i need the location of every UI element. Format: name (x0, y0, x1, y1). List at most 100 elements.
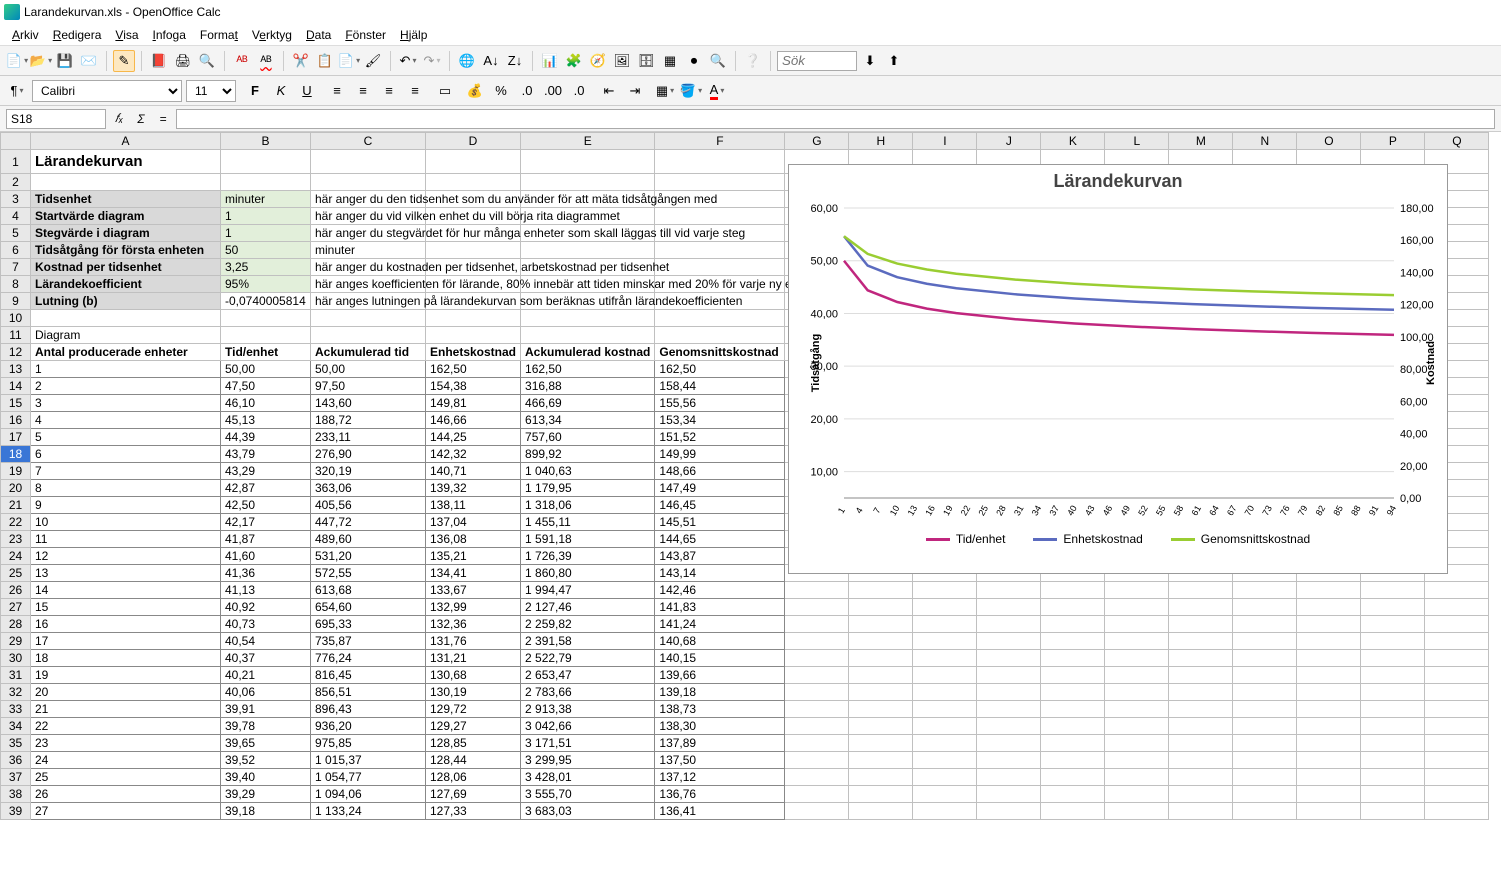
cell[interactable] (1425, 701, 1489, 718)
cell[interactable]: här anges koefficienten för lärande, 80%… (311, 276, 426, 293)
cell[interactable] (1169, 786, 1233, 803)
col-header-J[interactable]: J (977, 133, 1041, 150)
col-header-P[interactable]: P (1361, 133, 1425, 150)
cell[interactable] (655, 208, 785, 225)
cell[interactable]: 975,85 (311, 735, 426, 752)
cell[interactable]: Startvärde diagram (31, 208, 221, 225)
cell[interactable] (1041, 701, 1105, 718)
row-header[interactable]: 19 (1, 463, 31, 480)
cell[interactable]: 162,50 (521, 361, 655, 378)
cell[interactable]: 142,46 (655, 582, 785, 599)
cell[interactable] (426, 310, 521, 327)
align-center-button[interactable]: ≡ (352, 80, 374, 102)
function-wizard-button[interactable]: 𝑓ₓ (110, 111, 128, 126)
cell[interactable]: här anger du stegvärdet för hur många en… (311, 225, 426, 242)
cell[interactable]: 1 015,37 (311, 752, 426, 769)
col-header-F[interactable]: F (655, 133, 785, 150)
cell[interactable]: 233,11 (311, 429, 426, 446)
row-header[interactable]: 23 (1, 531, 31, 548)
cell[interactable]: 50 (221, 242, 311, 259)
cell[interactable] (785, 786, 849, 803)
cell[interactable]: 1 054,77 (311, 769, 426, 786)
cell[interactable] (849, 650, 913, 667)
cell[interactable]: 316,88 (521, 378, 655, 395)
new-button[interactable]: 📄▾ (6, 50, 28, 72)
cell[interactable]: 2 783,66 (521, 684, 655, 701)
cell[interactable]: 4 (31, 412, 221, 429)
gallery-button[interactable]: 🖼 (611, 50, 633, 72)
cell[interactable] (785, 769, 849, 786)
open-button[interactable]: 📂▾ (30, 50, 52, 72)
cell[interactable]: Lutning (b) (31, 293, 221, 310)
menu-arkiv[interactable]: Arkiv (6, 26, 45, 43)
cell[interactable] (311, 150, 426, 174)
cell[interactable]: 141,83 (655, 599, 785, 616)
cell[interactable] (31, 174, 221, 191)
cell[interactable]: 12 (31, 548, 221, 565)
copy-button[interactable]: 📋 (314, 50, 336, 72)
cell[interactable]: 40,37 (221, 650, 311, 667)
cell[interactable] (1105, 616, 1169, 633)
cell[interactable]: 129,27 (426, 718, 521, 735)
cell[interactable] (785, 633, 849, 650)
cell[interactable]: 154,38 (426, 378, 521, 395)
cell[interactable] (521, 174, 655, 191)
cell[interactable]: 41,13 (221, 582, 311, 599)
cell[interactable]: 162,50 (426, 361, 521, 378)
cell[interactable] (1041, 599, 1105, 616)
cell[interactable] (1169, 684, 1233, 701)
cell[interactable] (1105, 735, 1169, 752)
cell[interactable] (1041, 616, 1105, 633)
cell[interactable] (849, 803, 913, 820)
undo-button[interactable]: ↶▾ (397, 50, 419, 72)
cell[interactable]: 2 127,46 (521, 599, 655, 616)
cell[interactable] (1361, 684, 1425, 701)
cell[interactable] (1169, 616, 1233, 633)
remove-decimal-button[interactable]: .0 (568, 80, 590, 102)
cell[interactable]: 1 318,06 (521, 497, 655, 514)
cell[interactable]: minuter (221, 191, 311, 208)
cell[interactable] (655, 259, 785, 276)
spellcheck-button[interactable]: ᴬᴮ (231, 50, 253, 72)
cell[interactable] (785, 667, 849, 684)
cell[interactable] (1169, 701, 1233, 718)
cell[interactable]: 139,18 (655, 684, 785, 701)
cell[interactable] (1361, 616, 1425, 633)
cell[interactable]: 142,32 (426, 446, 521, 463)
bg-color-button[interactable]: 🪣▾ (680, 80, 702, 102)
cell[interactable]: 7 (31, 463, 221, 480)
cell[interactable] (977, 769, 1041, 786)
row-header[interactable]: 11 (1, 327, 31, 344)
align-right-button[interactable]: ≡ (378, 80, 400, 102)
cell[interactable]: Ackumulerad kostnad (521, 344, 655, 361)
row-header[interactable]: 1 (1, 150, 31, 174)
export-pdf-button[interactable]: 📕 (148, 50, 170, 72)
cell[interactable]: 40,73 (221, 616, 311, 633)
cell[interactable] (913, 769, 977, 786)
cell[interactable] (1297, 667, 1361, 684)
cell[interactable] (1169, 599, 1233, 616)
cell[interactable]: 41,60 (221, 548, 311, 565)
cell[interactable] (1425, 786, 1489, 803)
cell[interactable] (1361, 803, 1425, 820)
menu-visa[interactable]: Visa (109, 26, 144, 43)
cell[interactable] (785, 718, 849, 735)
cell[interactable] (913, 803, 977, 820)
cell[interactable]: 145,51 (655, 514, 785, 531)
cell[interactable]: 3 683,03 (521, 803, 655, 820)
cell[interactable] (1105, 599, 1169, 616)
cell[interactable]: 137,89 (655, 735, 785, 752)
cell[interactable] (849, 582, 913, 599)
cell[interactable] (1169, 803, 1233, 820)
edit-mode-button[interactable]: ✎ (113, 50, 135, 72)
cell[interactable]: 14 (31, 582, 221, 599)
cell[interactable] (1105, 803, 1169, 820)
cell[interactable] (1041, 803, 1105, 820)
cell[interactable]: 466,69 (521, 395, 655, 412)
font-name-select[interactable]: Calibri (32, 80, 182, 102)
cell[interactable] (655, 327, 785, 344)
align-left-button[interactable]: ≡ (326, 80, 348, 102)
cell[interactable]: 134,41 (426, 565, 521, 582)
cell[interactable] (1105, 769, 1169, 786)
cell[interactable] (785, 599, 849, 616)
